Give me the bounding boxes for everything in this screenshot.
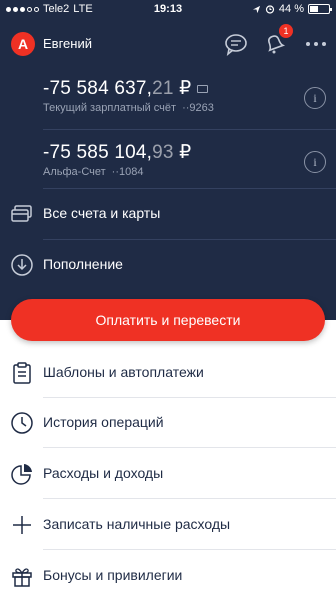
account-name: Альфа-Счет xyxy=(43,166,106,178)
menu-item-expenses-income[interactable]: Расходы и доходы xyxy=(0,449,336,499)
account-balance: -75 584 637,21 ₽ xyxy=(43,77,209,100)
menu-item-top-up[interactable]: Пополнение xyxy=(0,245,336,285)
pie-chart-icon xyxy=(11,464,32,485)
bank-logo[interactable]: А xyxy=(11,32,35,56)
pay-and-transfer-button[interactable]: Оплатить и перевести xyxy=(11,299,325,341)
battery-percent: 44 % xyxy=(278,3,304,15)
menu-item-all-accounts[interactable]: Все счета и карты xyxy=(0,194,336,234)
header-panel: Tele2 LTE 19:13 44 % А Евгений 1 -75 584 xyxy=(0,0,336,320)
notification-badge: 1 xyxy=(279,24,293,38)
account-card[interactable]: -75 584 637,21 ₽ Текущий зарплатный счёт… xyxy=(0,77,336,127)
account-balance: -75 585 104,93 ₽ xyxy=(43,141,191,164)
menu-item-label: Бонусы и привилегии xyxy=(43,567,183,583)
menu-item-label: Записать наличные расходы xyxy=(43,516,231,532)
battery-icon xyxy=(308,4,332,14)
status-bar: Tele2 LTE 19:13 44 % xyxy=(0,0,336,20)
balance-cents: 21 xyxy=(152,78,174,99)
alarm-icon xyxy=(265,5,275,14)
user-name[interactable]: Евгений xyxy=(43,36,92,51)
gift-icon xyxy=(12,568,32,587)
menu-item-label: Шаблоны и автоплатежи xyxy=(43,364,204,380)
card-icon xyxy=(197,84,209,93)
divider xyxy=(43,239,336,240)
menu-item-label: Пополнение xyxy=(43,256,123,272)
menu-item-history[interactable]: История операций xyxy=(0,398,336,448)
account-number: ··1084 xyxy=(111,166,144,178)
divider xyxy=(43,498,336,499)
divider xyxy=(43,549,336,550)
divider xyxy=(43,188,336,189)
info-icon[interactable]: i xyxy=(304,87,326,109)
account-number: ··9263 xyxy=(182,102,214,114)
currency-symbol: ₽ xyxy=(179,78,192,99)
account-card[interactable]: -75 585 104,93 ₽ Альфа-Счет ··1084 i xyxy=(0,141,336,191)
menu-item-bonuses[interactable]: Бонусы и привилегии xyxy=(0,551,336,600)
menu-item-templates[interactable]: Шаблоны и автоплатежи xyxy=(0,348,336,398)
clock-icon xyxy=(11,412,33,434)
location-icon xyxy=(252,5,261,13)
cards-icon xyxy=(11,205,32,222)
account-name: Текущий зарплатный счёт xyxy=(43,102,177,114)
plus-icon xyxy=(13,516,31,534)
account-subtitle: Текущий зарплатный счёт ··9263 xyxy=(43,102,214,114)
status-right: 44 % xyxy=(252,3,332,15)
menu-item-cash-expenses[interactable]: Записать наличные расходы xyxy=(0,500,336,550)
more-icon[interactable] xyxy=(304,31,328,57)
menu-item-label: Все счета и карты xyxy=(43,205,161,221)
clipboard-icon xyxy=(13,362,31,384)
balance-cents: 93 xyxy=(152,142,174,163)
balance-main: -75 584 637, xyxy=(43,78,153,99)
divider xyxy=(43,129,336,130)
account-subtitle: Альфа-Счет ··1084 xyxy=(43,166,143,178)
menu-item-label: История операций xyxy=(43,414,164,430)
balance-main: -75 585 104, xyxy=(43,142,153,163)
currency-symbol: ₽ xyxy=(179,142,192,163)
menu-item-label: Расходы и доходы xyxy=(43,465,164,481)
chat-icon[interactable] xyxy=(223,31,249,57)
info-icon[interactable]: i xyxy=(304,151,326,173)
download-icon xyxy=(11,254,33,276)
divider xyxy=(43,447,336,448)
